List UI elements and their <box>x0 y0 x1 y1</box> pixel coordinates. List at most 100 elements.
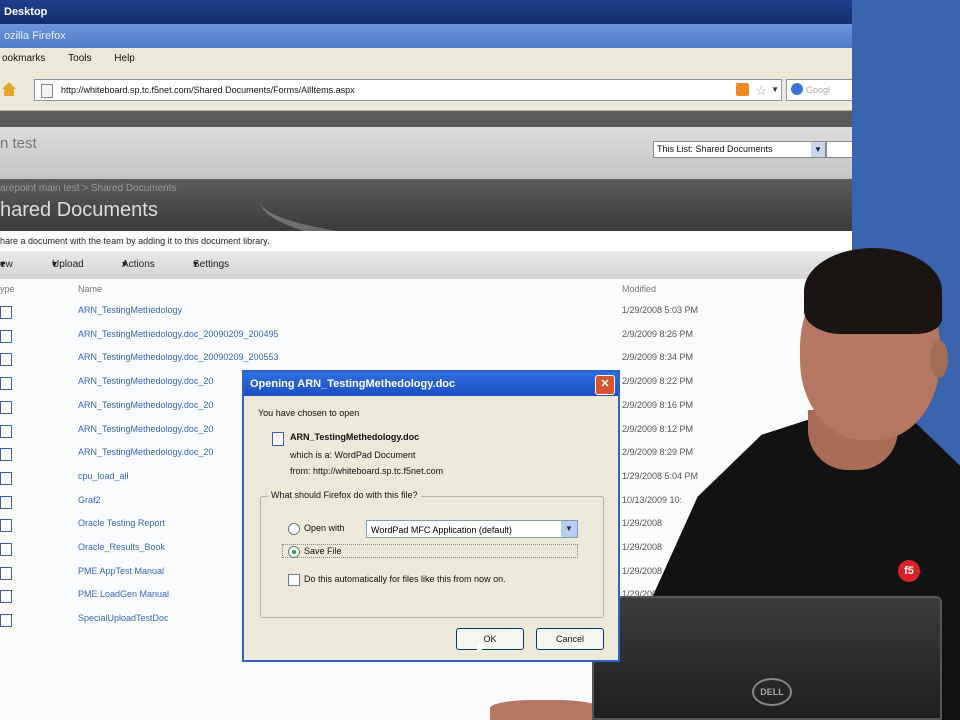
library-description: hare a document with the team by adding … <box>0 231 852 251</box>
os-window-title: Desktop <box>0 0 852 24</box>
sharepoint-search-input[interactable] <box>826 141 852 158</box>
presenter-hair <box>804 248 942 334</box>
search-scope-select[interactable]: This List: Shared Documents ▼ <box>653 141 826 158</box>
save-file-label[interactable]: Save File <box>304 546 342 556</box>
sharepoint-header: n test This List: Shared Documents ▼ <box>0 127 852 179</box>
column-modified[interactable]: Modified <box>622 284 656 294</box>
document-modified: 2/9/2009 8:22 PM <box>622 376 694 387</box>
banner-swoosh <box>260 179 852 231</box>
document-name[interactable]: PME LoadGen Manual <box>78 589 169 599</box>
document-name[interactable]: Oracle Testing Report <box>78 518 165 528</box>
document-name[interactable]: ARN_TestingMethedology.doc_20 <box>78 376 213 386</box>
toolbar-new[interactable]: ew ▾ <box>0 251 13 279</box>
page-title: hared Documents <box>0 199 158 221</box>
document-icon <box>0 566 12 580</box>
document-modified: 10/13/2009 10: <box>622 494 683 505</box>
document-modified: 2/9/2009 8:26 PM <box>622 328 694 339</box>
document-icon <box>0 519 12 533</box>
document-modified: 1/29/2008 <box>622 565 663 576</box>
document-icon <box>0 448 12 462</box>
download-dialog: Opening ARN_TestingMethedology.doc ✕ You… <box>242 370 620 662</box>
table-row[interactable]: ARN_TestingMethedology 1/29/2008 5:03 PM <box>0 301 852 325</box>
menu-bar: ookmarks Tools Help <box>0 48 852 70</box>
document-name[interactable]: Graf2 <box>78 495 101 505</box>
chevron-down-icon[interactable]: ▼ <box>561 521 577 537</box>
document-modified: 2/9/2009 8:29 PM <box>622 447 694 458</box>
google-icon <box>791 83 803 95</box>
rss-icon[interactable] <box>736 83 749 96</box>
menu-bookmarks[interactable]: ookmarks <box>2 53 45 64</box>
auto-checkbox[interactable] <box>288 574 300 586</box>
sharepoint-top-bar <box>0 111 852 127</box>
dell-logo: DELL <box>752 678 792 706</box>
navigation-bar: http://whiteboard.sp.tc.f5net.com/Shared… <box>0 70 852 111</box>
open-with-select[interactable]: WordPad MFC Application (default) ▼ <box>366 520 578 538</box>
document-modified: 1/29/2008 5:03 PM <box>622 305 699 315</box>
chosen-text: You have chosen to open <box>258 408 360 418</box>
auto-label[interactable]: Do this automatically for files like thi… <box>304 574 506 584</box>
column-name[interactable]: Name <box>78 284 102 294</box>
laptop: DELL <box>592 596 942 720</box>
document-icon <box>0 353 12 367</box>
browser-window-title: ozilla Firefox <box>0 24 852 48</box>
open-with-label[interactable]: Open with <box>304 523 345 533</box>
document-name[interactable]: ARN_TestingMethedology.doc_20 <box>78 400 213 410</box>
address-url: http://whiteboard.sp.tc.f5net.com/Shared… <box>61 85 355 95</box>
document-name[interactable]: PME AppTest Manual <box>78 566 164 576</box>
dialog-filename: ARN_TestingMethedology.doc <box>290 432 420 442</box>
star-icon[interactable]: ☆ <box>755 81 767 101</box>
file-type: which is a: WordPad Document <box>290 450 416 460</box>
document-icon <box>0 377 12 391</box>
toolbar-settings[interactable]: Settings ▾ <box>193 251 229 279</box>
chevron-down-icon[interactable]: ▼ <box>811 142 825 157</box>
document-modified: 1/29/2008 <box>622 518 663 529</box>
cancel-button[interactable]: Cancel <box>536 628 604 650</box>
document-icon <box>0 495 12 509</box>
document-icon <box>0 329 12 343</box>
document-icon <box>0 614 12 628</box>
document-modified: 2/9/2009 8:16 PM <box>622 399 694 410</box>
site-title[interactable]: n test <box>0 135 37 152</box>
open-with-radio[interactable] <box>288 523 300 535</box>
document-name[interactable]: cpu_load_all <box>78 471 129 481</box>
document-icon <box>0 306 12 319</box>
document-name[interactable]: ARN_TestingMethedology.doc_20 <box>78 424 213 434</box>
table-row[interactable]: ARN_TestingMethedology.doc_20090209_2005… <box>0 348 852 372</box>
presenter-ear <box>930 340 948 378</box>
document-name[interactable]: ARN_TestingMethedology.doc_20 <box>78 447 213 457</box>
toolbar-upload[interactable]: Upload ▾ <box>52 251 84 279</box>
search-scope-value: This List: Shared Documents <box>657 144 773 154</box>
document-icon <box>0 424 12 438</box>
document-icon <box>272 432 284 446</box>
document-modified: 1/29/2008 5:04 PM <box>622 470 699 481</box>
home-icon[interactable] <box>2 82 16 96</box>
document-name[interactable]: SpecialUploadTestDoc <box>78 613 169 623</box>
document-name[interactable]: Oracle_Results_Book <box>78 542 165 552</box>
column-type[interactable]: ype <box>0 284 15 294</box>
document-name[interactable]: ARN_TestingMethedology <box>78 305 182 315</box>
document-icon <box>0 400 12 414</box>
search-input[interactable]: Googl <box>786 79 852 101</box>
presenter-hand <box>490 700 600 720</box>
table-row[interactable]: ARN_TestingMethedology.doc_20090209_2004… <box>0 325 852 349</box>
library-banner: arepoint main test > Shared Documents ha… <box>0 179 852 231</box>
document-modified: 2/9/2009 8:12 PM <box>622 423 694 434</box>
f5-logo: f5 <box>898 560 920 582</box>
breadcrumb[interactable]: arepoint main test > Shared Documents <box>0 183 176 194</box>
dialog-title: Opening ARN_TestingMethedology.doc <box>244 372 618 396</box>
document-icon <box>0 590 12 604</box>
document-icon <box>0 543 12 556</box>
address-bar[interactable]: http://whiteboard.sp.tc.f5net.com/Shared… <box>34 79 782 101</box>
menu-help[interactable]: Help <box>114 53 135 64</box>
action-question: What should Firefox do with this file? <box>268 490 421 500</box>
save-file-radio[interactable] <box>288 546 300 558</box>
ok-button[interactable]: OK <box>456 628 524 650</box>
menu-tools[interactable]: Tools <box>68 53 91 64</box>
chevron-down-icon[interactable]: ▼ <box>771 80 779 100</box>
document-icon <box>0 471 12 485</box>
document-name[interactable]: ARN_TestingMethedology.doc_20090209_2004… <box>78 329 279 339</box>
document-modified: 1/29/2008 <box>622 542 663 552</box>
close-icon[interactable]: ✕ <box>595 375 615 395</box>
toolbar-actions[interactable]: Actions ▾ <box>122 251 155 279</box>
document-name[interactable]: ARN_TestingMethedology.doc_20090209_2005… <box>78 352 279 362</box>
